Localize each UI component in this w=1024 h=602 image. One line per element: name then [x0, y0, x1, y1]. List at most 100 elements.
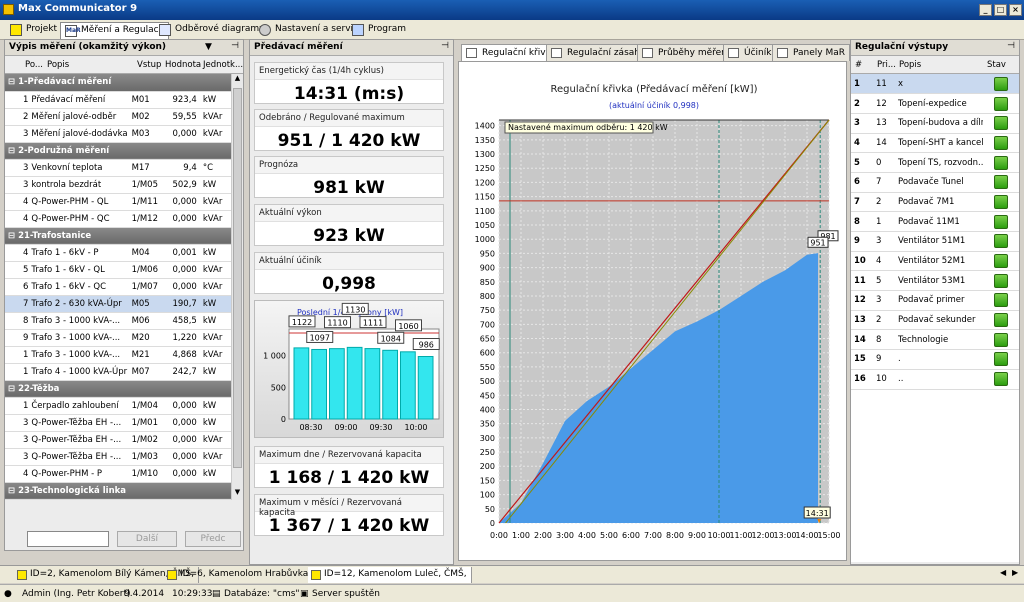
x-tick-label: 3:00: [556, 531, 574, 540]
output-row[interactable]: 4 14 Topení-SHT a kancel...: [851, 133, 1019, 154]
tab-trend[interactable]: Průběhy měření: [637, 44, 735, 61]
output-row[interactable]: 9 3 Ventilátor 51M1: [851, 231, 1019, 252]
output-row[interactable]: 12 3 Podavač primer: [851, 290, 1019, 311]
status-ok-icon[interactable]: [994, 273, 1008, 288]
search-input[interactable]: [27, 531, 109, 547]
menu-nastaveni[interactable]: Nastavení a servis: [255, 22, 362, 39]
scroll-up-icon[interactable]: ▲: [232, 74, 243, 86]
output-row[interactable]: 14 8 Technologie: [851, 329, 1019, 351]
table-row[interactable]: 8 Trafo 3 - 1000 kVA-... M06 458,5 kW: [5, 312, 231, 330]
col-header[interactable]: Po...: [25, 60, 43, 70]
output-row[interactable]: 5 0 Topení TS, rozvodn...: [851, 152, 1019, 173]
col-header[interactable]: Stav: [987, 60, 1006, 70]
pin-icon[interactable]: ⊣: [1007, 41, 1015, 51]
col-header[interactable]: Hodnota: [165, 60, 201, 70]
output-row[interactable]: 15 9.: [851, 349, 1019, 370]
table-row[interactable]: 41Q-Power-PHM - QL 1/M11 0,000 kVAr: [5, 193, 231, 211]
menu-projekt[interactable]: Projekt: [6, 22, 61, 39]
minimize-button[interactable]: _: [979, 4, 992, 16]
menu-program[interactable]: Program: [348, 22, 410, 39]
status-ok-icon[interactable]: [994, 332, 1008, 347]
group-row[interactable]: ⊟ 22-Těžba: [5, 380, 231, 398]
vertical-scrollbar[interactable]: ▲ ▼: [231, 74, 243, 500]
collapse-icon[interactable]: ⊟: [8, 77, 18, 87]
group-row[interactable]: ⊟ 23-Technologická linka: [5, 482, 231, 500]
status-ok-icon[interactable]: [994, 175, 1008, 190]
status-ok-icon[interactable]: [994, 254, 1008, 269]
group-row[interactable]: ⊟ 21-Trafostanice: [5, 227, 231, 245]
cell-desc: Trafo 3 - 1000 kVA-...: [31, 315, 121, 326]
output-row[interactable]: 13 2 Podavač sekunder: [851, 310, 1019, 331]
status-ok-icon[interactable]: [994, 214, 1008, 229]
col-header[interactable]: Popis: [899, 60, 921, 70]
table-row[interactable]: 36Q-Power-Těžba EH -... 1/M03 0,000 kVAr: [5, 448, 231, 466]
output-row[interactable]: 3 13 Topení-budova a dílny: [851, 113, 1019, 134]
dropdown-arrow-icon[interactable]: ▼: [205, 42, 212, 52]
collapse-icon[interactable]: ⊟: [8, 146, 18, 156]
col-header[interactable]: #: [855, 60, 862, 70]
tab-cosphi[interactable]: Účiník: [723, 44, 777, 61]
collapse-icon[interactable]: ⊟: [8, 486, 18, 496]
output-row[interactable]: 10 4 Ventilátor 52M1: [851, 251, 1019, 272]
output-row[interactable]: 8 1 Podavač 11M1: [851, 211, 1019, 232]
table-row[interactable]: 32Venkovní teplota M17 9,4 °C: [5, 159, 231, 177]
status-ok-icon[interactable]: [994, 76, 1008, 91]
output-row[interactable]: 16 10..: [851, 369, 1019, 390]
status-ok-icon[interactable]: [994, 96, 1008, 111]
table-row[interactable]: 4 Trafo 1 - 6kV - P M04 0,001 kW: [5, 244, 231, 262]
tab-scroll-right-icon[interactable]: ▶: [1012, 568, 1018, 577]
table-row[interactable]: 12Čerpadlo zahloubení 1/M04 0,000 kW: [5, 397, 231, 415]
status-ok-icon[interactable]: [994, 194, 1008, 209]
table-row[interactable]: 3 Měření jalové-dodávka M03 0,000 kVAr: [5, 125, 231, 143]
pin-icon[interactable]: ⊣: [231, 41, 239, 51]
output-row[interactable]: 11 5 Ventilátor 53M1: [851, 270, 1019, 292]
status-ok-icon[interactable]: [994, 352, 1008, 367]
maximize-button[interactable]: □: [994, 4, 1007, 16]
table-row[interactable]: 9 Trafo 3 - 1000 kVA-... M20 1,220 kVAr: [5, 329, 231, 347]
menu-odberove-diagramy[interactable]: Odběrové diagramy: [155, 22, 269, 39]
table-row[interactable]: 42Q-Power-PHM - QC 1/M12 0,000 kVAr: [5, 210, 231, 228]
output-row[interactable]: 6 7 Podavače Tunel: [851, 172, 1019, 193]
col-header[interactable]: Jednotk...: [203, 60, 243, 70]
status-ok-icon[interactable]: [994, 155, 1008, 170]
status-ok-icon[interactable]: [994, 234, 1008, 249]
group-row[interactable]: ⊟ 1-Předávací měření: [5, 74, 231, 92]
table-row[interactable]: 11Trafo 4 - 1000 kVA-ÚprM07 242,7 kW: [5, 363, 231, 381]
table-row[interactable]: 7 Trafo 2 - 630 kVA-Úpr M05 190,7 kW: [5, 295, 231, 313]
table-row[interactable]: 5 Trafo 1 - 6kV - QL 1/M06 0,000 kVAr: [5, 261, 231, 279]
col-header[interactable]: Vstup: [137, 60, 161, 70]
tab-panels[interactable]: Panely MaR: [772, 44, 851, 61]
tab-scroll-left-icon[interactable]: ◀: [1000, 568, 1006, 577]
table-row[interactable]: 10Trafo 3 - 1000 kVA-... M21 4,868 kVAr: [5, 346, 231, 364]
table-row[interactable]: 13Primerní rozvodnaM1250,73kW: [5, 499, 231, 500]
close-button[interactable]: ×: [1009, 4, 1022, 16]
output-row[interactable]: 1 11 x: [851, 74, 1019, 95]
next-button[interactable]: Další: [117, 531, 177, 547]
tab-interventions[interactable]: Regulační zásahy: [546, 44, 651, 61]
table-row[interactable]: 2 Měření jalové-odběr M02 59,55 kVAr: [5, 108, 231, 126]
table-row[interactable]: 1 Předávací měření M01 923,4 kW: [5, 91, 231, 109]
output-row[interactable]: 7 2 Podavač 7M1: [851, 192, 1019, 213]
scroll-down-icon[interactable]: ▼: [232, 488, 243, 500]
table-row[interactable]: 40Q-Power-PHM - P 1/M10 0,000 kW: [5, 465, 231, 483]
table-row[interactable]: 34Q-Power-Těžba EH -... 1/M01 0,000 kW: [5, 414, 231, 432]
output-row[interactable]: 2 12 Topení-expedice: [851, 93, 1019, 114]
status-ok-icon[interactable]: [994, 116, 1008, 131]
status-ok-icon[interactable]: [994, 293, 1008, 308]
table-row[interactable]: 37kontrola bezdrát 1/M05 502,9 kW: [5, 176, 231, 194]
group-row[interactable]: ⊟ 2-Podružná měření: [5, 142, 231, 160]
collapse-icon[interactable]: ⊟: [8, 384, 18, 394]
prev-button[interactable]: Předc: [185, 531, 241, 547]
collapse-icon[interactable]: ⊟: [8, 231, 18, 241]
status-ok-icon[interactable]: [994, 372, 1008, 387]
doc-tab[interactable]: ID=12, Kamenolom Luleč, ČMŠ,: [308, 567, 472, 583]
table-row[interactable]: 35Q-Power-Těžba EH -... 1/M02 0,000 kVAr: [5, 431, 231, 449]
table-row[interactable]: 6 Trafo 1 - 6kV - QC 1/M07 0,000 kVAr: [5, 278, 231, 296]
col-header[interactable]: Popis: [47, 60, 69, 70]
scroll-thumb[interactable]: [233, 88, 242, 468]
pin-icon[interactable]: ⊣: [441, 41, 449, 51]
status-ok-icon[interactable]: [994, 135, 1008, 150]
col-header[interactable]: Pri...: [877, 60, 896, 70]
menu-mereni-regulace[interactable]: MaR Měření a Regulace: [60, 22, 170, 39]
status-ok-icon[interactable]: [994, 313, 1008, 328]
